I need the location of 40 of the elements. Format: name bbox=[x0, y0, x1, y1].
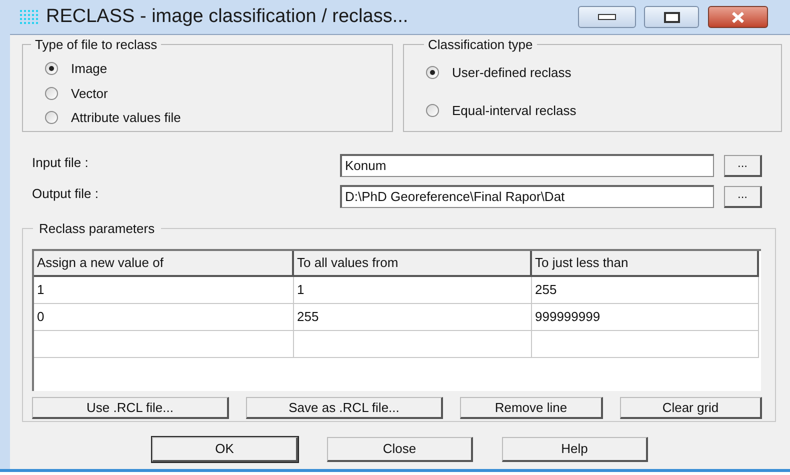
table-cell: 0 bbox=[34, 304, 294, 331]
column-header: To just less than bbox=[532, 251, 759, 277]
browse-button[interactable]: ... bbox=[724, 154, 762, 176]
radio-label: Attribute values file bbox=[71, 109, 181, 127]
radio-button[interactable] bbox=[45, 111, 58, 124]
radio-label: User-defined reclass bbox=[452, 64, 572, 82]
radio-button[interactable] bbox=[426, 66, 439, 80]
table-cell: 1 bbox=[34, 277, 294, 304]
radio-button[interactable] bbox=[45, 62, 58, 76]
close-button[interactable] bbox=[708, 6, 768, 28]
text-field[interactable]: Konum bbox=[340, 154, 714, 177]
window-title: RECLASS - image classification / reclass... bbox=[46, 4, 410, 29]
radio-label: Equal-interval reclass bbox=[452, 102, 576, 120]
dialog-button[interactable]: Help bbox=[502, 437, 648, 462]
radio-label: Vector bbox=[71, 84, 108, 102]
table-cell: 255 bbox=[532, 277, 759, 304]
table-cell: 1 bbox=[294, 277, 532, 304]
browse-button[interactable]: ... bbox=[724, 186, 762, 208]
radio-button[interactable] bbox=[426, 104, 439, 117]
grid-button[interactable]: Remove line bbox=[460, 397, 603, 419]
minimize-button[interactable] bbox=[578, 6, 636, 28]
radio-label: Image bbox=[71, 60, 108, 78]
table-cell: 999999999 bbox=[532, 304, 759, 331]
field-label: Output file : bbox=[32, 184, 100, 203]
grid-button[interactable]: Clear grid bbox=[620, 397, 762, 419]
column-header: Assign a new value of bbox=[34, 251, 294, 277]
dialog-button[interactable]: OK bbox=[152, 437, 298, 462]
radio-button[interactable] bbox=[45, 86, 58, 100]
table-cell: 255 bbox=[294, 304, 532, 331]
maximize-button[interactable] bbox=[644, 6, 699, 28]
field-label: Input file : bbox=[32, 154, 90, 172]
column-header: To all values from bbox=[294, 251, 532, 277]
grid-button[interactable]: Save as .RCL file... bbox=[246, 397, 443, 419]
dialog-button[interactable]: Close bbox=[327, 437, 473, 462]
text-field[interactable]: D:\PhD Georeference\Final Rapor\Dat bbox=[340, 185, 714, 208]
app-icon bbox=[20, 10, 38, 24]
close-icon bbox=[731, 12, 745, 22]
grid-button[interactable]: Use .RCL file... bbox=[32, 397, 229, 419]
minimize-icon bbox=[598, 14, 616, 20]
maximize-icon bbox=[664, 12, 680, 22]
